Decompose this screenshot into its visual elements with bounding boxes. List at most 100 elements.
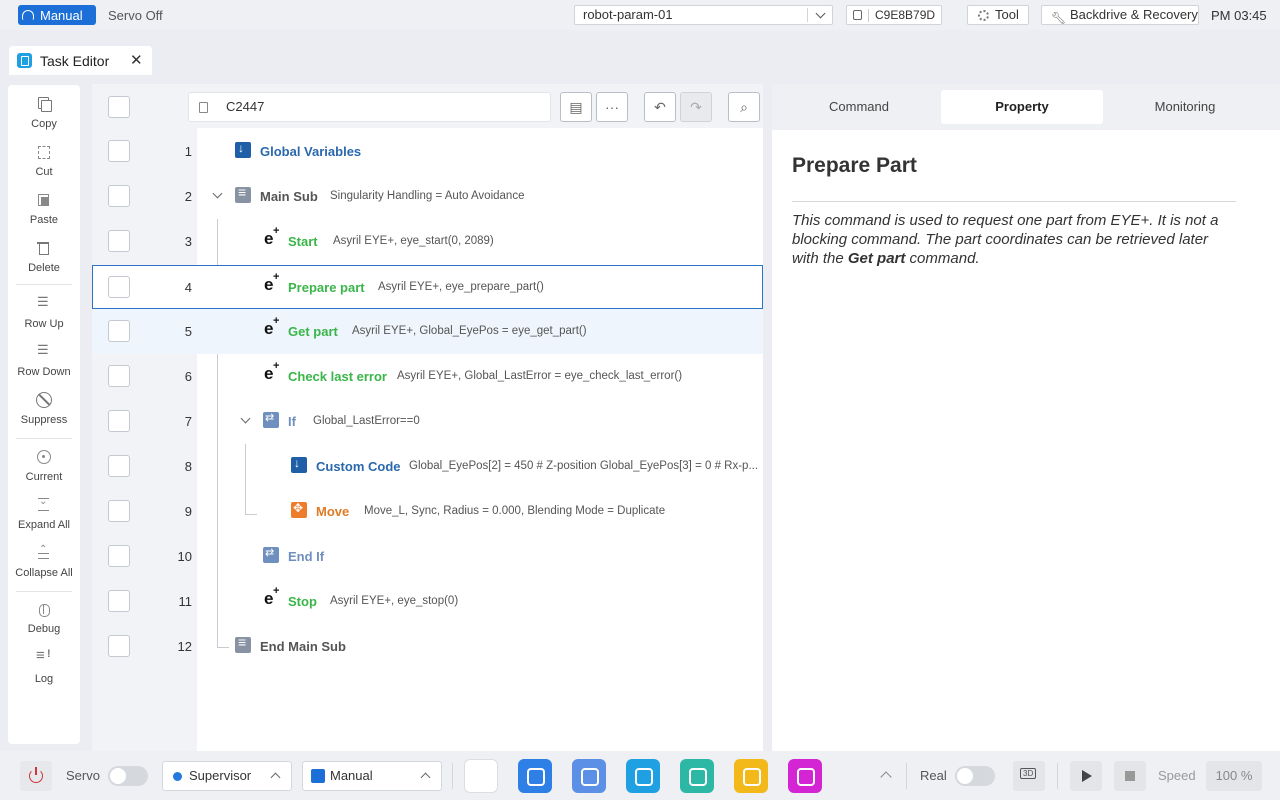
real-label: Real bbox=[920, 768, 947, 783]
eye-plus-icon bbox=[263, 271, 281, 295]
bar-divider bbox=[1057, 763, 1058, 789]
more-button[interactable]: ··· bbox=[596, 92, 628, 122]
search-button[interactable]: ⌕ bbox=[728, 92, 760, 122]
code-row-selected[interactable]: 4 Prepare part Asyril EYE+, eye_prepare_… bbox=[92, 265, 763, 309]
save-icon: ▤ bbox=[569, 98, 583, 115]
code-row[interactable]: 9 Move Move_L, Sync, Radius = 0.000, Ble… bbox=[92, 489, 763, 534]
row-checkbox[interactable] bbox=[108, 590, 130, 612]
row-checkbox[interactable] bbox=[108, 276, 130, 298]
eye-plus-icon bbox=[263, 315, 281, 339]
code-row[interactable]: 1 Global Variables bbox=[92, 129, 763, 174]
right-panel: Command Property Monitoring Prepare Part… bbox=[772, 84, 1280, 751]
command-name: Stop bbox=[288, 594, 317, 609]
row-checkbox[interactable] bbox=[108, 320, 130, 342]
command-name: Prepare part bbox=[288, 280, 365, 295]
row-checkbox[interactable] bbox=[108, 410, 130, 432]
save-button[interactable]: ▤ bbox=[560, 92, 592, 122]
home-app-icon[interactable] bbox=[464, 759, 498, 793]
servo-toggle[interactable] bbox=[108, 766, 148, 786]
row-checkbox[interactable] bbox=[108, 500, 130, 522]
current-button[interactable]: Current bbox=[8, 449, 80, 483]
close-icon[interactable]: ✕ bbox=[130, 51, 143, 69]
tab-command[interactable]: Command bbox=[778, 90, 940, 124]
code-row[interactable]: 10 End If bbox=[92, 534, 763, 579]
mode-badge[interactable]: Manual bbox=[18, 5, 96, 25]
chevron-down-icon[interactable] bbox=[815, 8, 826, 19]
row-up-icon bbox=[36, 294, 52, 312]
status-dot bbox=[173, 772, 182, 781]
delete-label: Delete bbox=[28, 262, 60, 274]
row-down-button[interactable]: Row Down bbox=[8, 342, 80, 378]
clock: PM 03:45 bbox=[1211, 8, 1267, 23]
log-button[interactable]: Log bbox=[8, 647, 80, 685]
param-select-value: robot-param-01 bbox=[583, 7, 673, 22]
line-number: 3 bbox=[184, 234, 192, 249]
delete-button[interactable]: Delete bbox=[8, 240, 80, 274]
user-level-select[interactable]: Supervisor bbox=[162, 761, 292, 791]
line-number: 7 bbox=[184, 414, 192, 429]
row-checkbox[interactable] bbox=[108, 185, 130, 207]
row-checkbox[interactable] bbox=[108, 365, 130, 387]
code-row[interactable]: 11 Stop Asyril EYE+, eye_stop(0) bbox=[92, 579, 763, 624]
cut-icon bbox=[36, 144, 52, 160]
3d-view-button[interactable] bbox=[1013, 761, 1045, 791]
expand-all-button[interactable]: Expand All bbox=[8, 496, 80, 531]
cut-button[interactable]: Cut bbox=[8, 144, 80, 178]
paste-button[interactable]: Paste bbox=[8, 192, 80, 226]
row-checkbox[interactable] bbox=[108, 230, 130, 252]
log-icon bbox=[36, 647, 52, 667]
copy-button[interactable]: Copy bbox=[8, 96, 80, 130]
tab-monitoring[interactable]: Monitoring bbox=[1104, 90, 1266, 124]
code-row[interactable]: 5 Get part Asyril EYE+, Global_EyePos = … bbox=[92, 309, 763, 354]
line-number: 12 bbox=[177, 639, 192, 654]
code-row[interactable]: 2 Main Sub Singularity Handling = Auto A… bbox=[92, 174, 763, 219]
power-button[interactable] bbox=[20, 761, 52, 791]
robot-app-icon[interactable] bbox=[518, 759, 552, 793]
undo-button[interactable]: ↶ bbox=[644, 92, 676, 122]
code-row[interactable]: 6 Check last error Asyril EYE+, Global_L… bbox=[92, 354, 763, 399]
redo-button[interactable]: ↷ bbox=[680, 92, 712, 122]
chevron-down-icon[interactable] bbox=[240, 413, 251, 424]
bar-divider bbox=[452, 763, 453, 789]
row-checkbox[interactable] bbox=[108, 635, 130, 657]
line-number: 10 bbox=[177, 549, 192, 564]
speed-value[interactable]: 100 % bbox=[1206, 761, 1262, 791]
code-row[interactable]: 8 Custom Code Global_EyePos[2] = 450 # Z… bbox=[92, 444, 763, 489]
tab-property[interactable]: Property bbox=[941, 90, 1103, 124]
code-row[interactable]: 7 If Global_LastError==0 bbox=[92, 399, 763, 444]
teach-pendant-app-icon[interactable] bbox=[572, 759, 606, 793]
row-up-label: Row Up bbox=[24, 318, 64, 330]
collapse-all-button[interactable]: Collapse All bbox=[8, 544, 80, 579]
debug-button[interactable]: Debug bbox=[8, 601, 80, 635]
speed-label: Speed bbox=[1158, 768, 1196, 783]
chevron-up-icon[interactable] bbox=[880, 771, 892, 783]
command-name: Start bbox=[288, 234, 318, 249]
log-label: Log bbox=[34, 673, 54, 685]
row-checkbox[interactable] bbox=[108, 545, 130, 567]
mode-select[interactable]: Manual bbox=[302, 761, 442, 791]
store-app-icon[interactable] bbox=[788, 759, 822, 793]
select-divider bbox=[807, 8, 808, 22]
current-icon bbox=[36, 449, 52, 465]
code-row[interactable]: 3 Start Asyril EYE+, eye_start(0, 2089) bbox=[92, 219, 763, 264]
suppress-button[interactable]: Suppress bbox=[8, 392, 80, 426]
row-checkbox[interactable] bbox=[108, 140, 130, 162]
play-button[interactable] bbox=[1070, 761, 1102, 791]
command-args: Asyril EYE+, eye_start(0, 2089) bbox=[333, 235, 494, 247]
row-checkbox[interactable] bbox=[108, 455, 130, 477]
notes-app-icon[interactable] bbox=[734, 759, 768, 793]
task-editor-app-icon[interactable] bbox=[626, 759, 660, 793]
tab-task-editor[interactable]: Task Editor ✕ bbox=[9, 46, 152, 75]
real-toggle[interactable] bbox=[955, 766, 995, 786]
move-icon bbox=[291, 501, 307, 518]
file-name-field[interactable]: C2447 bbox=[188, 92, 551, 122]
param-select[interactable]: robot-param-01 bbox=[574, 5, 833, 25]
chevron-down-icon[interactable] bbox=[212, 188, 223, 199]
code-row[interactable]: 12 End Main Sub bbox=[92, 624, 763, 669]
select-all-checkbox[interactable] bbox=[108, 96, 130, 118]
backdrive-recovery-button[interactable]: 🔧︎ Backdrive & Recovery bbox=[1041, 5, 1199, 25]
stop-button[interactable] bbox=[1114, 761, 1146, 791]
tool-button[interactable]: Tool bbox=[967, 5, 1029, 25]
monitoring-app-icon[interactable] bbox=[680, 759, 714, 793]
row-up-button[interactable]: Row Up bbox=[8, 294, 80, 330]
